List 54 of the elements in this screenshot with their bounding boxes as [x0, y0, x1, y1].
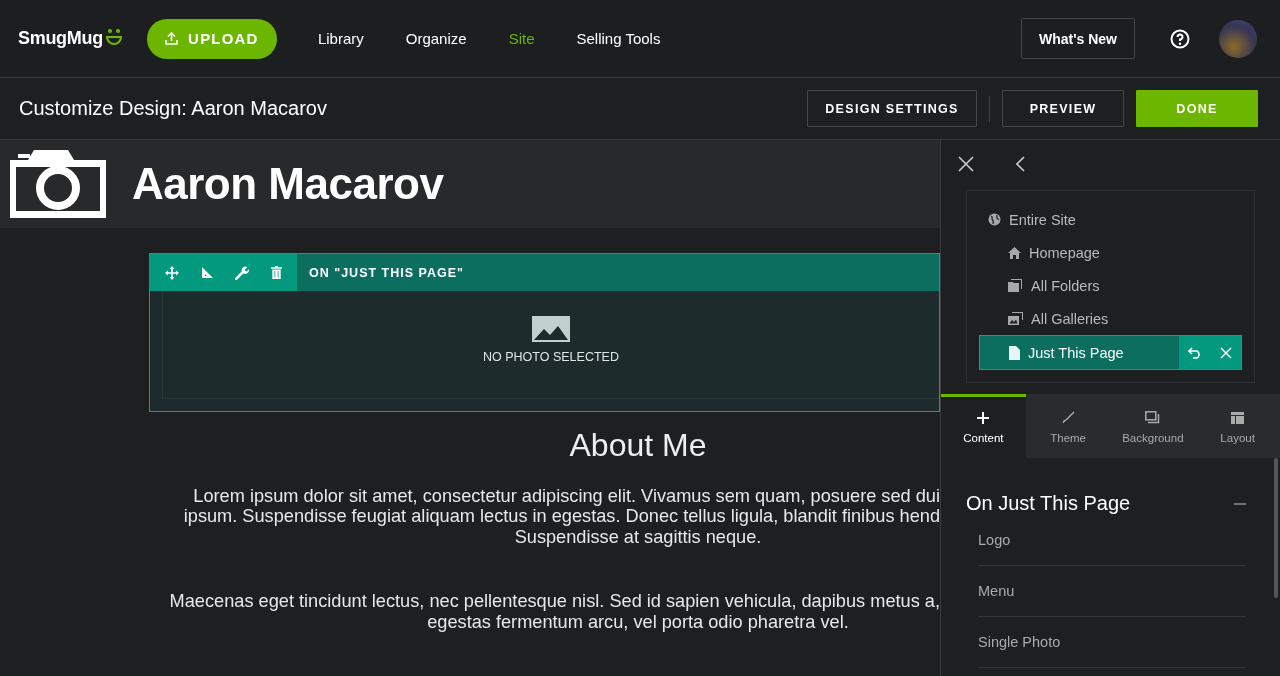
panel-tab[interactable]: Layout [1195, 394, 1280, 458]
logo-text: SmugMug [18, 28, 103, 49]
page-title: Customize Design: Aaron Macarov [19, 97, 327, 120]
toolbar-button[interactable]: DESIGN SETTINGS [807, 90, 977, 127]
back-chevron-icon[interactable] [1016, 156, 1025, 172]
paragraph-line: Suspendisse at sagittis neque. [514, 526, 762, 547]
empty-photo-text: NO PHOTO SELECTED [483, 350, 619, 365]
stacked-squares-icon [1145, 411, 1161, 424]
trash-icon[interactable] [271, 266, 283, 280]
panel-tab[interactable]: Theme [1025, 394, 1111, 458]
about-heading: About Me [569, 426, 707, 463]
content-item[interactable]: Single Photo [978, 617, 1246, 668]
undo-icon[interactable] [1188, 346, 1202, 359]
scope-label: ON "JUST THIS PAGE" [309, 265, 464, 280]
scope-item[interactable]: Just This Page [979, 335, 1242, 370]
layout-icon [1231, 411, 1245, 424]
paragraph-line: egestas fermentum arcu, vel porta odio pharetra vel. [427, 611, 849, 632]
galleries-icon [1008, 312, 1023, 325]
section-title: On Just This Page [966, 492, 1131, 515]
nav-link[interactable]: Organize [405, 30, 467, 47]
upload-icon [165, 32, 179, 45]
scope-item[interactable]: All Folders [979, 269, 1242, 302]
site-title: Aaron Macarov [132, 159, 444, 210]
home-icon [1008, 246, 1021, 259]
panel-tab[interactable]: Background [1110, 394, 1196, 458]
avatar[interactable] [1219, 19, 1257, 58]
scope-item[interactable]: Entire Site [979, 203, 1242, 236]
folders-icon [1008, 279, 1023, 292]
nav-link[interactable]: Selling Tools [576, 30, 661, 47]
scope-item[interactable]: Homepage [979, 236, 1242, 269]
page-icon [1009, 345, 1020, 360]
nav-link[interactable]: Site [508, 30, 535, 47]
toolbar-button[interactable]: PREVIEW [1002, 90, 1124, 127]
plus-icon [977, 411, 990, 424]
smugmug-logo[interactable]: SmugMug [18, 28, 123, 49]
brush-icon [1061, 411, 1075, 424]
move-icon[interactable] [164, 265, 179, 280]
globe-icon [988, 213, 1001, 226]
paragraph-line: ipsum. Suspendisse feugiat aliquam lectus in egestas. Donec tellus ligula, blandit finibus hend [183, 506, 940, 526]
wrench-icon[interactable] [235, 265, 250, 280]
help-icon[interactable] [1170, 28, 1190, 49]
nav-link[interactable]: Library [317, 30, 364, 47]
paragraph-line: Lorem ipsum dolor sit amet, consectetur adipiscing elit. Vivamus sem quam, posuere sed dui [193, 485, 940, 506]
collapse-icon[interactable] [1234, 502, 1246, 505]
smiley-icon [104, 28, 123, 48]
paragraph-line: Maecenas eget tincidunt lectus, nec pellentesque nisl. Sed id sapien vehicula, dapibus metus a, [169, 591, 940, 611]
image-placeholder-icon [532, 316, 570, 343]
panel-tab[interactable]: Content [941, 394, 1026, 458]
close-icon[interactable] [958, 156, 974, 172]
scrollbar[interactable] [1274, 458, 1278, 598]
content-item[interactable]: Logo [978, 515, 1246, 566]
content-item[interactable]: Menu [978, 566, 1246, 617]
whats-new-button[interactable]: What's New [1021, 18, 1135, 59]
scope-item[interactable]: All Galleries [979, 302, 1242, 335]
